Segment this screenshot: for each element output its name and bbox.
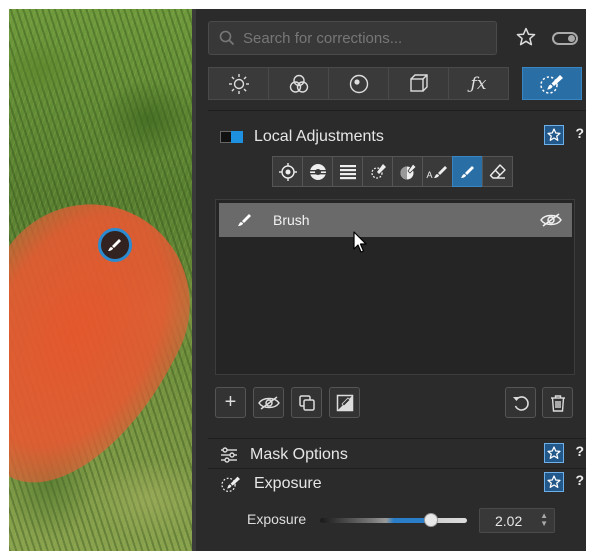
section-title: Exposure — [254, 475, 322, 492]
color-circles-icon — [289, 74, 308, 93]
invert-mask-icon — [336, 394, 353, 411]
toggle-mask-visibility-button[interactable] — [253, 387, 284, 418]
favorite-star-button[interactable] — [544, 443, 564, 463]
exposure-slider-track[interactable] — [320, 518, 467, 523]
control-point-tool[interactable] — [272, 156, 303, 187]
search-input[interactable] — [243, 29, 473, 47]
graduated-filter-tool[interactable] — [302, 156, 333, 187]
mask-name: Brush — [273, 212, 310, 228]
local-adjustments-header[interactable]: Local Adjustments ? — [208, 124, 586, 150]
exposure-slider-handle[interactable] — [424, 513, 438, 527]
delete-mask-button[interactable] — [542, 387, 573, 418]
search-icon — [219, 30, 235, 46]
favorites-star-icon[interactable] — [516, 27, 536, 47]
eraser-icon — [489, 163, 506, 179]
corrections-panel: ƒx Local Adjustments ? — [196, 9, 586, 551]
graduated-filter-icon — [308, 163, 327, 180]
exposure-value: 2.02 — [495, 512, 523, 529]
star-icon — [547, 128, 561, 141]
control-point-icon — [278, 162, 297, 181]
section-title: Local Adjustments — [254, 128, 384, 145]
fx-icon: ƒx — [470, 73, 487, 94]
brush-icon — [108, 239, 121, 251]
spinner-arrows-icon[interactable]: ▲ ▼ — [540, 512, 548, 528]
add-mask-button[interactable]: + — [215, 387, 246, 418]
duplicate-mask-button[interactable] — [291, 387, 322, 418]
visibility-eye-icon — [257, 395, 280, 410]
divider — [208, 110, 586, 111]
local-adjust-brush-icon — [540, 74, 563, 94]
auto-brush-tool[interactable]: A — [422, 156, 453, 187]
exposure-slider-label: Exposure — [247, 511, 307, 527]
tab-light[interactable] — [208, 67, 269, 100]
mask-options-header[interactable]: Mask Options ? — [208, 442, 586, 468]
eraser-tool[interactable] — [482, 156, 513, 187]
auto-mask-tool[interactable] — [362, 156, 393, 187]
mask-tool-bar: A — [272, 156, 513, 187]
tab-geometry[interactable] — [388, 67, 449, 100]
duplicate-icon — [298, 394, 315, 411]
brush-icon — [460, 165, 474, 178]
tool-tab-bar: ƒx — [208, 67, 509, 100]
auto-mask-icon — [370, 163, 386, 179]
visibility-eye-icon[interactable] — [540, 212, 562, 228]
auto-brush-icon — [433, 165, 447, 178]
plus-icon: + — [224, 391, 237, 413]
gradient-tool[interactable] — [332, 156, 363, 187]
brightness-icon — [228, 73, 249, 94]
toggle-knob — [568, 35, 575, 42]
lens-dot-icon — [349, 74, 368, 93]
search-box[interactable] — [208, 21, 497, 55]
gradient-lines-icon — [339, 164, 356, 179]
exposure-header[interactable]: Exposure ? — [208, 471, 586, 497]
exposure-value-input[interactable]: 2.02 ▲ ▼ — [479, 508, 555, 533]
local-adjust-brush-icon — [221, 476, 240, 492]
mask-list-item[interactable]: Brush — [219, 203, 572, 237]
favorite-star-button[interactable] — [544, 472, 564, 492]
help-button[interactable]: ? — [575, 125, 584, 141]
tab-local-adjustments[interactable] — [522, 67, 582, 100]
reset-icon — [512, 395, 529, 411]
brush-icon — [238, 214, 251, 226]
reset-button[interactable] — [505, 387, 536, 418]
tab-effects[interactable]: ƒx — [448, 67, 509, 100]
divider — [208, 438, 586, 439]
local-adjustments-toggle-icon[interactable] — [220, 131, 243, 143]
brush-mask-cursor[interactable] — [98, 228, 132, 262]
tab-color[interactable] — [268, 67, 329, 100]
geometry-cube-icon — [409, 73, 428, 92]
favorite-star-button[interactable] — [544, 125, 564, 145]
luminosity-mask-tool[interactable] — [392, 156, 423, 187]
invert-mask-button[interactable] — [329, 387, 360, 418]
mouse-cursor-icon — [353, 231, 367, 253]
brush-mask-overlay — [9, 169, 192, 519]
section-title: Mask Options — [250, 446, 348, 463]
tab-detail[interactable] — [328, 67, 389, 100]
image-preview[interactable] — [9, 9, 192, 551]
brush-tool[interactable] — [452, 156, 483, 187]
luminosity-mask-icon — [400, 162, 417, 179]
mask-list: Brush — [215, 199, 575, 375]
help-button[interactable]: ? — [575, 472, 584, 488]
sliders-icon — [221, 447, 237, 463]
divider — [208, 468, 586, 469]
trash-icon — [550, 394, 565, 412]
star-icon — [547, 446, 561, 459]
preview-toggle[interactable] — [552, 32, 578, 45]
star-icon — [547, 475, 561, 488]
help-button[interactable]: ? — [575, 443, 584, 459]
